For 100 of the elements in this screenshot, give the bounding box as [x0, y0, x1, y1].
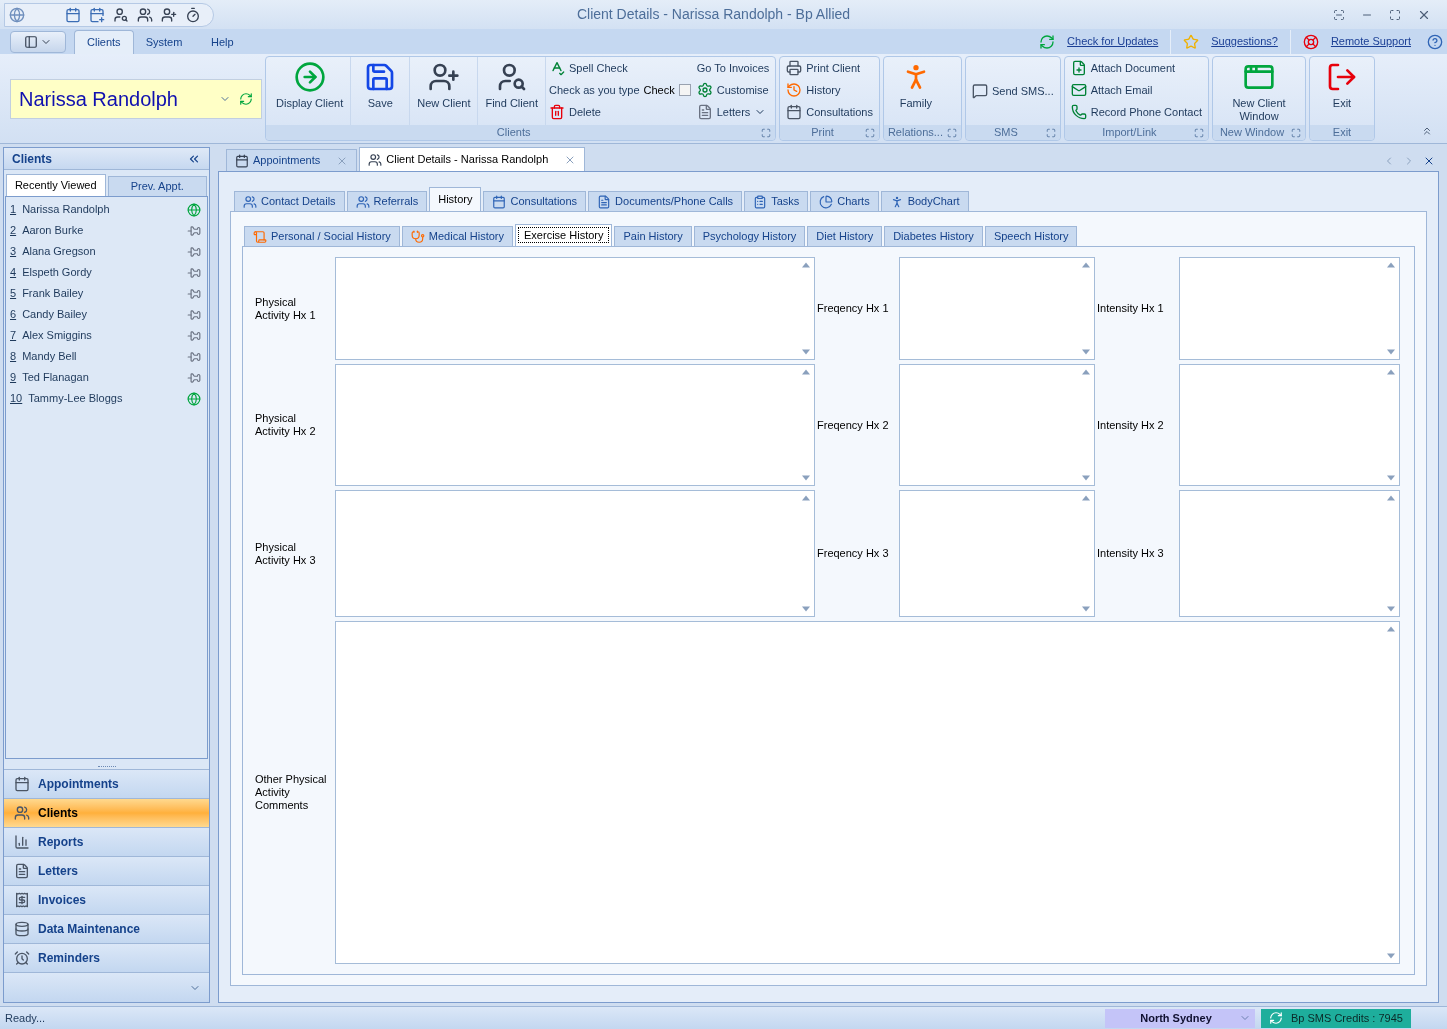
field-label: Freqency Hx 3: [817, 547, 889, 560]
ribbon-button[interactable]: Exit: [1316, 57, 1368, 123]
tab[interactable]: History: [429, 187, 482, 211]
ribbon-button[interactable]: Find Client: [481, 57, 542, 123]
document-tab[interactable]: Appointments: [226, 149, 358, 171]
tab[interactable]: Psychology History: [693, 226, 806, 246]
text-area[interactable]: [1179, 364, 1400, 486]
restore-icon[interactable]: [1333, 8, 1345, 21]
scroll-down-icon: [1387, 475, 1395, 481]
client-list-item[interactable]: 6 Candy Bailey: [10, 304, 201, 325]
tab[interactable]: Personal / Social History: [244, 226, 400, 246]
location-dropdown[interactable]: North Sydney: [1105, 1008, 1255, 1028]
navigation-button[interactable]: Appointments: [4, 769, 209, 798]
ribbon-button[interactable]: Customise: [696, 79, 770, 101]
text-area[interactable]: [335, 490, 815, 617]
client-select-field[interactable]: Narissa Randolph: [10, 78, 262, 119]
navigation-button[interactable]: Reports: [4, 827, 209, 856]
tab[interactable]: Pain History: [614, 226, 692, 246]
collapse-icon[interactable]: [1421, 125, 1433, 137]
text-area[interactable]: [899, 257, 1095, 360]
dialog-launcher-icon[interactable]: [1194, 127, 1204, 138]
dialog-launcher-icon[interactable]: [761, 127, 772, 138]
ribbon-button[interactable]: Go To Invoices: [696, 57, 770, 79]
tab[interactable]: Medical History: [401, 226, 513, 246]
text-area[interactable]: [899, 490, 1095, 617]
client-list-item[interactable]: 3 Alana Gregson: [10, 241, 201, 262]
tab[interactable]: Speech History: [984, 226, 1078, 246]
text-area[interactable]: [899, 364, 1095, 486]
tab[interactable]: Diabetes History: [884, 226, 983, 246]
dialog-launcher-icon[interactable]: [946, 127, 957, 138]
app-menu-button[interactable]: [10, 31, 66, 53]
client-list-item[interactable]: 9 Ted Flanagan: [10, 367, 201, 388]
tab[interactable]: Consultations: [483, 191, 587, 211]
client-list-item[interactable]: 2 Aaron Burke: [10, 220, 201, 241]
tab[interactable]: System: [133, 30, 195, 54]
link[interactable]: Remote Support: [1330, 33, 1411, 50]
maximize-icon[interactable]: [1389, 8, 1401, 21]
ribbon-button[interactable]: Spell Check: [549, 57, 691, 79]
user-search-icon[interactable]: [113, 6, 129, 23]
client-list-item[interactable]: 7 Alex Smiggins: [10, 325, 201, 346]
stopwatch-icon[interactable]: [185, 6, 201, 23]
navigation-button[interactable]: Clients: [4, 798, 209, 827]
navigation-button[interactable]: Letters: [4, 856, 209, 885]
navigation-button[interactable]: Invoices: [4, 885, 209, 914]
scroll-down-icon: [1082, 349, 1090, 355]
client-list-item[interactable]: 5 Frank Bailey: [10, 283, 201, 304]
text-area[interactable]: [1179, 257, 1400, 360]
ribbon-button[interactable]: Send SMS...: [971, 80, 1054, 102]
close-icon[interactable]: [1423, 155, 1435, 167]
tab[interactable]: Exercise History: [515, 224, 613, 246]
document-icon: [696, 104, 713, 120]
tab[interactable]: Documents/Phone Calls: [588, 191, 743, 211]
link[interactable]: Suggestions?: [1211, 33, 1278, 50]
ribbon-button[interactable]: Record Phone Contact: [1070, 101, 1202, 123]
printer-icon: [786, 60, 803, 76]
tab[interactable]: Charts: [810, 191, 879, 211]
refresh-icon[interactable]: [239, 91, 253, 106]
ribbon-button[interactable]: Attach Document: [1070, 57, 1202, 79]
ribbon-button[interactable]: Save: [354, 57, 407, 123]
ribbon-button[interactable]: History: [786, 79, 873, 101]
client-list-item[interactable]: 4 Elspeth Gordy: [10, 262, 201, 283]
link[interactable]: Check for Updates: [1067, 33, 1159, 50]
help-icon[interactable]: [1427, 33, 1443, 50]
navigation-button[interactable]: Reminders: [4, 943, 209, 972]
tab[interactable]: BodyChart: [880, 191, 969, 211]
ribbon-button[interactable]: Family: [889, 57, 942, 123]
tab[interactable]: Help: [194, 30, 251, 54]
tab[interactable]: Tasks: [744, 191, 809, 211]
dialog-launcher-icon[interactable]: [1291, 127, 1301, 138]
tab[interactable]: Referrals: [346, 191, 428, 211]
ribbon-button[interactable]: Delete: [549, 101, 691, 123]
ribbon-button[interactable]: Letters: [696, 101, 770, 123]
client-list-item[interactable]: 1 Narissa Randolph: [10, 199, 201, 220]
field-label: Freqency Hx 2: [817, 418, 889, 432]
user-plus-icon[interactable]: [161, 6, 177, 23]
scroll-up-icon: [1387, 262, 1395, 268]
tab[interactable]: Contact Details: [234, 191, 345, 211]
text-area[interactable]: [335, 364, 815, 486]
ribbon-button[interactable]: New Client Window: [1219, 57, 1299, 123]
tab[interactable]: Clients: [74, 30, 134, 54]
ribbon-button[interactable]: Attach Email: [1070, 79, 1202, 101]
text-area[interactable]: [335, 257, 815, 360]
group-label: SMS: [992, 125, 1019, 141]
ribbon-button[interactable]: Display Client: [272, 57, 348, 123]
calendar-plus-icon[interactable]: [89, 6, 105, 23]
checkbox[interactable]: Check: [643, 81, 691, 99]
client-list-item[interactable]: 8 Mandy Bell: [10, 346, 201, 367]
tab[interactable]: Recently Viewed: [6, 174, 106, 196]
calendar-icon[interactable]: [65, 6, 81, 23]
ribbon-button[interactable]: New Client: [413, 57, 475, 123]
tab[interactable]: Prev. Appt.: [107, 176, 207, 196]
client-list-item[interactable]: 10 Tammy-Lee Bloggs: [10, 388, 201, 409]
ribbon-button[interactable]: Print Client: [786, 57, 873, 79]
text-area[interactable]: [1179, 490, 1400, 617]
ribbon-button[interactable]: Consultations: [786, 101, 873, 123]
dialog-launcher-icon[interactable]: [1045, 127, 1056, 138]
tab[interactable]: Diet History: [807, 226, 883, 246]
navigation-button[interactable]: Data Maintenance: [4, 914, 209, 943]
dialog-launcher-icon[interactable]: [864, 127, 875, 138]
document-tab[interactable]: Client Details - Narissa Randolph: [359, 147, 586, 171]
